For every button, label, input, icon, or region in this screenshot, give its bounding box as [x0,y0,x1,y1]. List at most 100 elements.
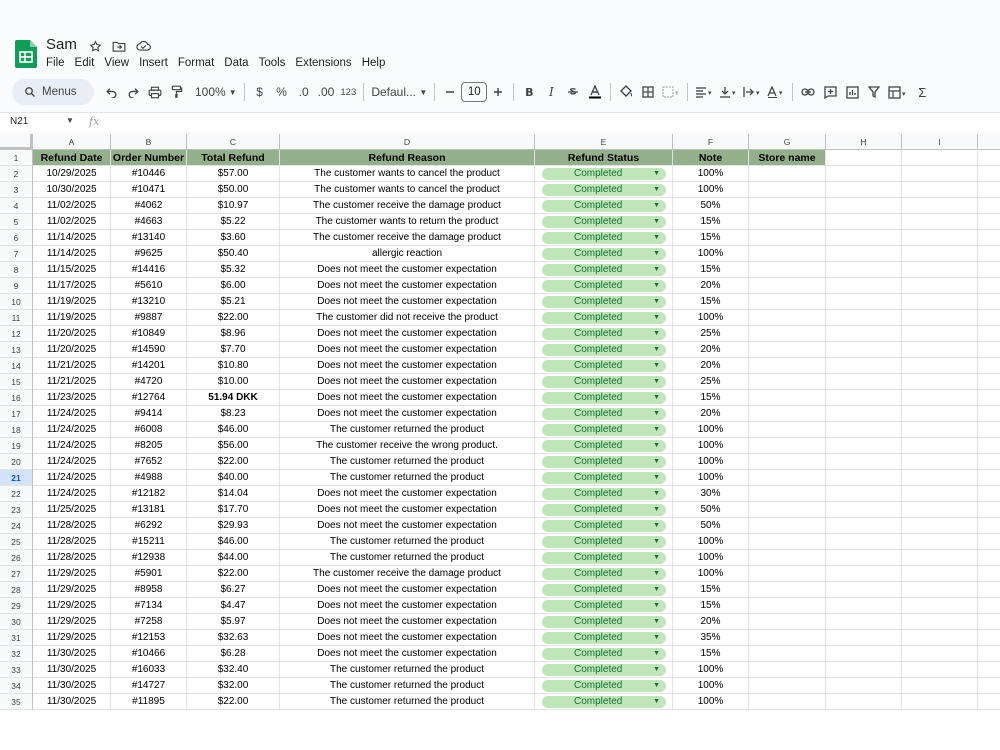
empty-cell[interactable] [749,342,826,358]
row-number[interactable]: 24 [0,518,33,534]
empty-cell[interactable] [749,470,826,486]
row-number[interactable]: 12 [0,326,33,342]
status-dropdown-chip[interactable]: Completed ▼ [542,440,666,452]
refund-reason-cell[interactable]: The customer receive the damage product [280,230,535,246]
header-cell-note[interactable]: Note [673,150,749,166]
order-number-cell[interactable]: #4988 [111,470,187,486]
refund-reason-cell[interactable]: The customer receive the wrong product. [280,438,535,454]
total-refund-cell[interactable]: $32.00 [187,678,280,694]
order-number-cell[interactable]: #5901 [111,566,187,582]
refund-status-cell[interactable]: Completed ▼ [535,614,673,630]
refund-date-cell[interactable]: 11/02/2025 [33,198,111,214]
refund-reason-cell[interactable]: The customer returned the product [280,678,535,694]
status-dropdown-chip[interactable]: Completed ▼ [542,296,666,308]
empty-cell[interactable] [749,166,826,182]
empty-cell[interactable] [978,566,1000,582]
status-dropdown-chip[interactable]: Completed ▼ [542,584,666,596]
refund-reason-cell[interactable]: Does not meet the customer expectation [280,614,535,630]
borders-icon[interactable] [637,79,659,105]
refund-reason-cell[interactable]: Does not meet the customer expectation [280,390,535,406]
row-number[interactable]: 26 [0,550,33,566]
empty-cell[interactable] [978,326,1000,342]
refund-reason-cell[interactable]: The customer returned the product [280,454,535,470]
row-number[interactable]: 30 [0,614,33,630]
empty-cell[interactable] [902,198,978,214]
empty-cell[interactable] [826,518,902,534]
refund-date-cell[interactable]: 11/25/2025 [33,502,111,518]
refund-date-cell[interactable]: 11/29/2025 [33,566,111,582]
status-dropdown-chip[interactable]: Completed ▼ [542,232,666,244]
order-number-cell[interactable]: #4720 [111,374,187,390]
status-dropdown-chip[interactable]: Completed ▼ [542,360,666,372]
note-cell[interactable]: 50% [673,502,749,518]
empty-cell[interactable] [826,534,902,550]
row-number[interactable]: 13 [0,342,33,358]
refund-status-cell[interactable]: Completed ▼ [535,262,673,278]
row-number[interactable]: 1 [0,150,33,166]
row-number[interactable]: 20 [0,454,33,470]
order-number-cell[interactable]: #14590 [111,342,187,358]
header-cell-refund-date[interactable]: Refund Date [33,150,111,166]
total-refund-cell[interactable]: $10.80 [187,358,280,374]
refund-date-cell[interactable]: 11/24/2025 [33,438,111,454]
empty-cell[interactable] [749,502,826,518]
row-number[interactable]: 4 [0,198,33,214]
menu-help[interactable]: Help [357,55,391,71]
total-refund-cell[interactable]: $3.60 [187,230,280,246]
refund-date-cell[interactable]: 10/30/2025 [33,182,111,198]
empty-cell[interactable] [826,550,902,566]
row-number[interactable]: 19 [0,438,33,454]
status-dropdown-chip[interactable]: Completed ▼ [542,200,666,212]
note-cell[interactable]: 15% [673,262,749,278]
total-refund-cell[interactable]: $32.63 [187,630,280,646]
row-number[interactable]: 23 [0,502,33,518]
empty-cell[interactable] [902,374,978,390]
empty-cell[interactable] [826,486,902,502]
order-number-cell[interactable]: #4062 [111,198,187,214]
header-cell-total-refund[interactable]: Total Refund [187,150,280,166]
order-number-cell[interactable]: #9625 [111,246,187,262]
refund-reason-cell[interactable]: Does not meet the customer expectation [280,326,535,342]
total-refund-cell[interactable]: $22.00 [187,310,280,326]
empty-cell[interactable] [749,230,826,246]
menu-format[interactable]: Format [173,55,219,71]
vertical-align-icon[interactable]: ▾ [716,79,740,105]
refund-date-cell[interactable]: 11/24/2025 [33,454,111,470]
empty-cell[interactable] [749,582,826,598]
order-number-cell[interactable]: #14727 [111,678,187,694]
refund-date-cell[interactable]: 11/15/2025 [33,262,111,278]
empty-cell[interactable] [749,646,826,662]
empty-cell[interactable] [902,422,978,438]
empty-cell[interactable] [978,198,1000,214]
total-refund-cell[interactable]: $14.04 [187,486,280,502]
refund-date-cell[interactable]: 11/29/2025 [33,582,111,598]
empty-cell[interactable] [749,518,826,534]
filter-icon[interactable] [863,79,885,105]
note-cell[interactable]: 100% [673,534,749,550]
refund-status-cell[interactable]: Completed ▼ [535,326,673,342]
total-refund-cell[interactable]: $22.00 [187,566,280,582]
refund-date-cell[interactable]: 11/20/2025 [33,342,111,358]
empty-cell[interactable] [978,678,1000,694]
column-header[interactable] [978,134,1000,150]
refund-status-cell[interactable]: Completed ▼ [535,214,673,230]
refund-status-cell[interactable]: Completed ▼ [535,566,673,582]
refund-status-cell[interactable]: Completed ▼ [535,678,673,694]
font-size-input[interactable]: 10 [461,82,488,102]
empty-cell[interactable] [826,358,902,374]
refund-reason-cell[interactable]: The customer returned the product [280,422,535,438]
empty-cell[interactable] [749,486,826,502]
empty-cell[interactable] [978,550,1000,566]
empty-cell[interactable] [902,310,978,326]
empty-cell[interactable] [749,374,826,390]
empty-cell[interactable] [749,246,826,262]
refund-status-cell[interactable]: Completed ▼ [535,694,673,710]
refund-date-cell[interactable]: 11/28/2025 [33,550,111,566]
document-title[interactable]: Sam [46,36,77,53]
refund-reason-cell[interactable]: Does not meet the customer expectation [280,646,535,662]
status-dropdown-chip[interactable]: Completed ▼ [542,376,666,388]
refund-reason-cell[interactable]: The customer wants to cancel the product [280,166,535,182]
total-refund-cell[interactable]: $46.00 [187,534,280,550]
order-number-cell[interactable]: #10446 [111,166,187,182]
column-header[interactable]: B [111,134,187,150]
